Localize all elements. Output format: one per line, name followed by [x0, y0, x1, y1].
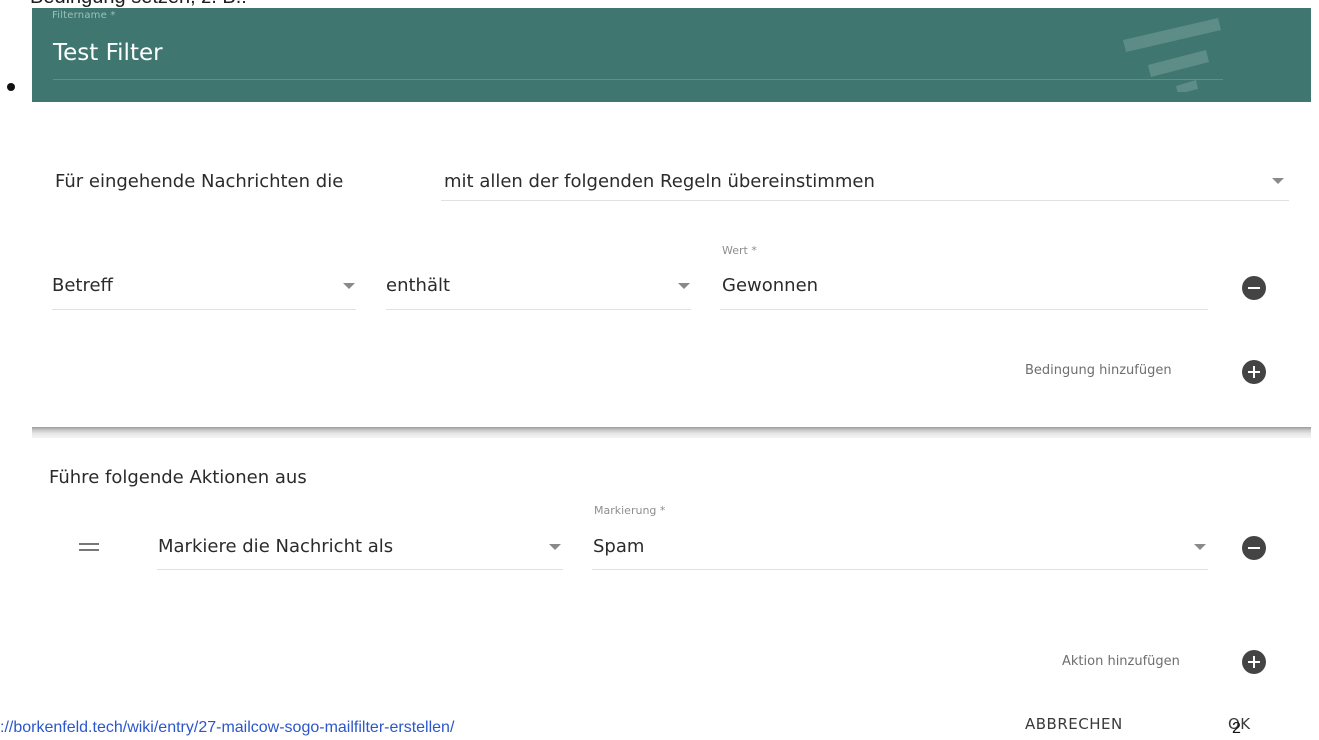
flag-select-label: Markierung *	[594, 504, 666, 517]
list-bullet	[7, 83, 15, 91]
condition-field-select[interactable]: Betreff	[52, 266, 356, 312]
action-select-underline	[157, 569, 563, 570]
match-select-value: mit allen der folgenden Regeln übereinst…	[444, 171, 875, 192]
caret-down-icon	[549, 544, 561, 550]
condition-operator-value: enthält	[386, 275, 451, 296]
remove-icon	[1248, 547, 1260, 549]
add-condition-label[interactable]: Bedingung hinzufügen	[1025, 363, 1172, 378]
section-divider	[32, 427, 1311, 438]
match-select-underline	[441, 200, 1289, 201]
condition-operator-underline	[386, 309, 691, 310]
condition-value-label: Wert *	[722, 244, 757, 257]
caret-down-icon	[1272, 178, 1284, 184]
add-action-label[interactable]: Aktion hinzufügen	[1062, 654, 1180, 669]
caret-down-icon	[678, 283, 690, 289]
condition-value-underline	[720, 309, 1208, 310]
flag-select-value: Spam	[593, 536, 645, 557]
filter-name-label: Filtername *	[52, 10, 116, 21]
add-icon-vertical	[1253, 366, 1255, 378]
caret-down-icon	[343, 283, 355, 289]
add-icon-vertical	[1253, 656, 1255, 668]
match-select[interactable]: mit allen der folgenden Regeln übereinst…	[441, 160, 1289, 202]
caret-down-icon	[1194, 544, 1206, 550]
condition-field-underline	[52, 309, 356, 310]
action-select[interactable]: Markiere die Nachricht als	[157, 527, 563, 573]
filter-name-underline	[53, 79, 1223, 80]
add-action-button[interactable]	[1242, 650, 1266, 674]
condition-value-input[interactable]: Gewonnen	[722, 275, 818, 296]
actions-heading: Führe folgende Aktionen aus	[49, 467, 307, 488]
filter-icon	[1123, 18, 1221, 92]
source-url-link[interactable]: ://borkenfeld.tech/wiki/entry/27-mailcow…	[0, 719, 454, 737]
flag-select-underline	[592, 569, 1208, 570]
action-select-value: Markiere die Nachricht als	[158, 536, 394, 557]
drag-handle-icon[interactable]	[79, 543, 99, 553]
dialog-header: Filtername * Test Filter	[32, 8, 1311, 102]
remove-icon	[1248, 287, 1260, 289]
flag-select[interactable]: Markierung * Spam	[592, 504, 1208, 570]
add-condition-button[interactable]	[1242, 360, 1266, 384]
condition-field-value: Betreff	[52, 275, 113, 296]
remove-condition-button[interactable]	[1242, 276, 1266, 300]
condition-operator-select[interactable]: enthält	[386, 266, 691, 312]
filter-name-input[interactable]: Test Filter	[53, 40, 163, 66]
cancel-button[interactable]: ABBRECHEN	[1025, 715, 1123, 733]
page-number: 2	[1232, 720, 1241, 737]
condition-value-field[interactable]: Wert * Gewonnen	[720, 244, 1208, 312]
match-label: Für eingehende Nachrichten die	[55, 171, 344, 192]
remove-action-button[interactable]	[1242, 536, 1266, 560]
